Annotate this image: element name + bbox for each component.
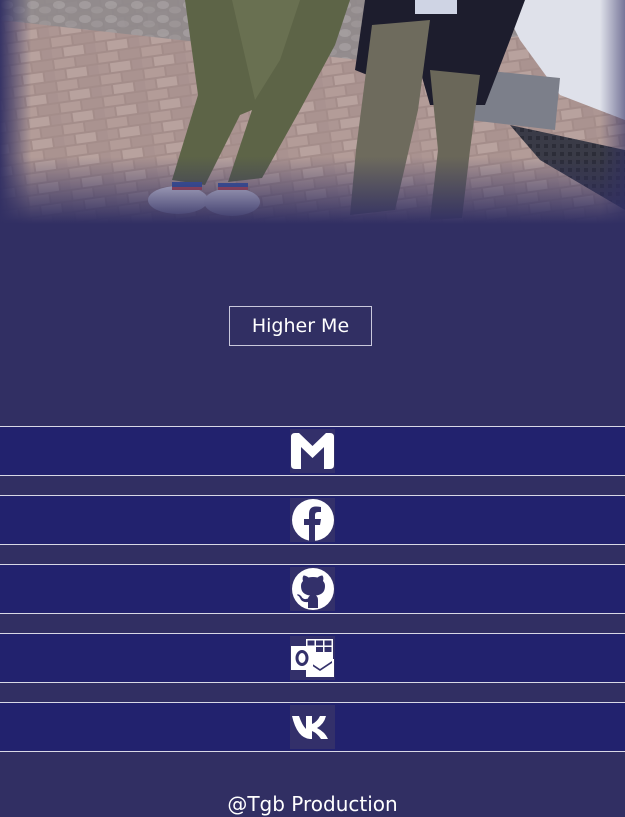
gmail-link[interactable] bbox=[0, 426, 625, 476]
github-icon[interactable] bbox=[290, 567, 335, 611]
github-link[interactable] bbox=[0, 564, 625, 614]
outlook-link[interactable] bbox=[0, 633, 625, 683]
hero-photo bbox=[0, 0, 625, 224]
gmail-icon[interactable] bbox=[290, 429, 335, 473]
social-links bbox=[0, 426, 625, 771]
outlook-icon[interactable] bbox=[290, 636, 335, 680]
facebook-icon[interactable] bbox=[290, 498, 335, 542]
vk-icon[interactable] bbox=[290, 705, 335, 749]
hero-photo-image bbox=[0, 0, 625, 224]
higher-me-button[interactable]: Higher Me bbox=[229, 306, 372, 346]
vk-link[interactable] bbox=[0, 702, 625, 752]
page: Higher Me @Tgb Production bbox=[0, 0, 625, 817]
facebook-link[interactable] bbox=[0, 495, 625, 545]
footer-credit: @Tgb Production bbox=[227, 792, 398, 816]
